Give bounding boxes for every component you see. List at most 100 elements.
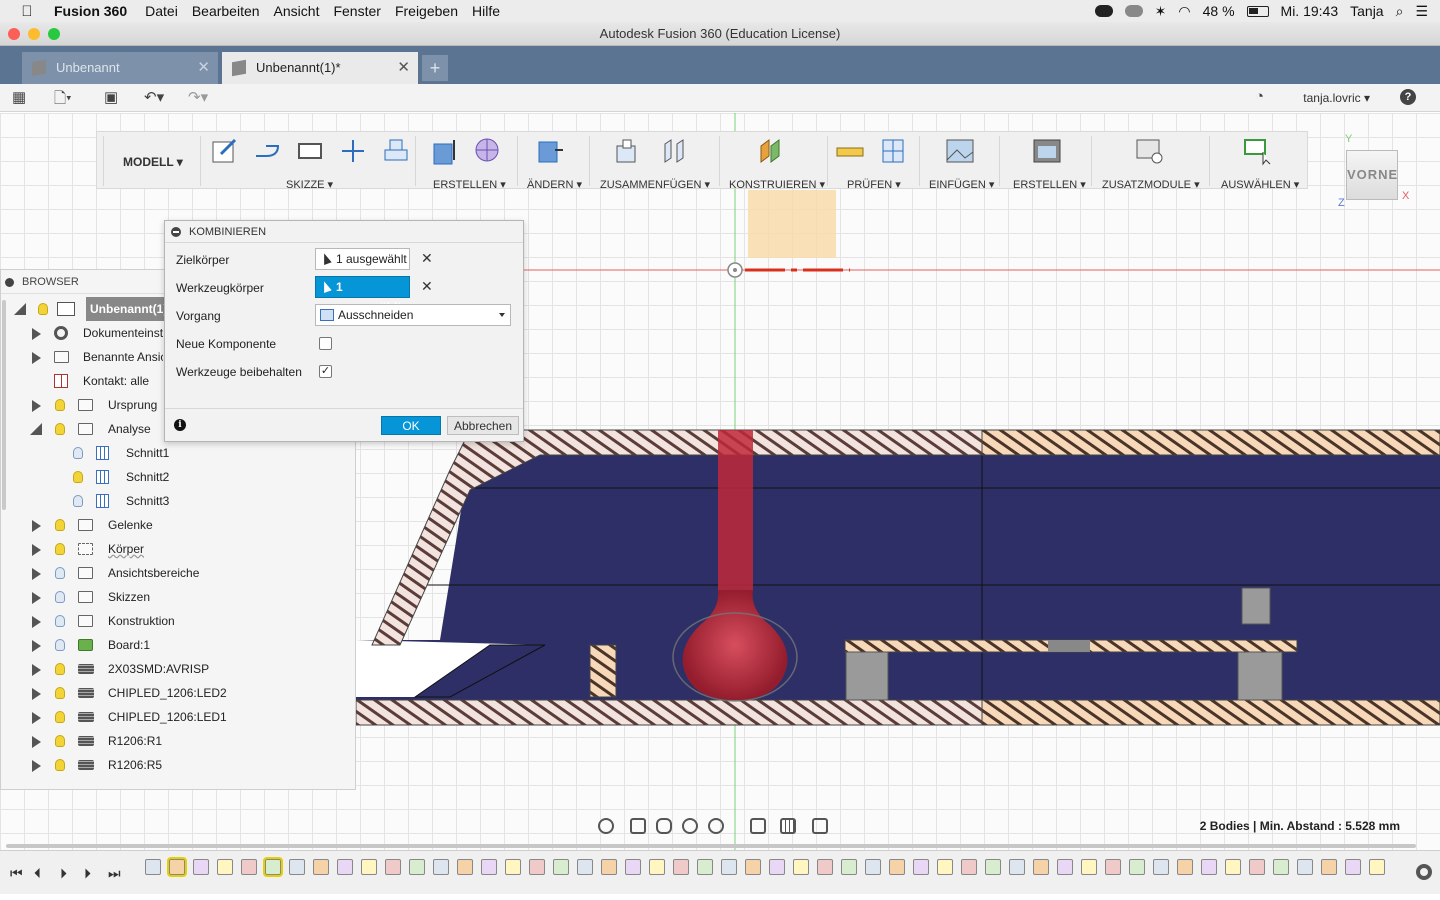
timeline-feature[interactable] xyxy=(1297,859,1313,875)
line-icon[interactable] xyxy=(252,136,282,166)
timeline-feature[interactable] xyxy=(385,859,401,875)
redo-icon[interactable]: ↷▾ xyxy=(188,88,208,108)
clock[interactable]: Mi. 19:43 xyxy=(1281,3,1339,19)
expand-triangle-icon[interactable] xyxy=(32,760,41,772)
zoom-icon[interactable] xyxy=(682,818,698,834)
ok-button[interactable]: OK xyxy=(381,416,441,435)
timeline-feature[interactable] xyxy=(145,859,161,875)
timeline-feature[interactable] xyxy=(745,859,761,875)
ribbon-group-auswaehlen[interactable]: AUSWÄHLEN ▾ xyxy=(1221,178,1299,191)
tab-unbenannt[interactable]: Unbenannt ✕ xyxy=(22,52,218,84)
orbit-icon[interactable] xyxy=(598,818,614,834)
visibility-bulb-icon[interactable] xyxy=(73,471,83,483)
timeline-feature[interactable] xyxy=(1201,859,1217,875)
timeline-track[interactable] xyxy=(145,857,1395,877)
keep-tools-checkbox[interactable]: ✓ xyxy=(319,365,332,378)
timeline-feature[interactable] xyxy=(1249,859,1265,875)
timeline-feature[interactable] xyxy=(793,859,809,875)
visibility-bulb-icon[interactable] xyxy=(73,447,83,459)
visibility-bulb-icon[interactable] xyxy=(55,615,65,627)
expand-triangle-icon[interactable] xyxy=(32,568,41,580)
point-icon[interactable] xyxy=(338,136,368,166)
menu-bearbeiten[interactable]: Bearbeiten xyxy=(192,3,260,19)
view-cube[interactable]: VORNE xyxy=(1346,150,1398,200)
form-icon[interactable] xyxy=(473,136,503,166)
select-icon[interactable] xyxy=(1243,136,1273,166)
timeline-feature[interactable] xyxy=(217,859,233,875)
expand-triangle-icon[interactable] xyxy=(32,712,41,724)
file-menu-icon[interactable]: 🗋▾ xyxy=(54,88,72,108)
battery-icon[interactable] xyxy=(1246,5,1269,17)
scripts-addins-icon[interactable] xyxy=(1135,136,1165,166)
timeline-feature[interactable] xyxy=(1273,859,1289,875)
visibility-bulb-icon[interactable] xyxy=(55,399,65,411)
insert-image-icon[interactable] xyxy=(945,136,975,166)
help-icon[interactable]: ? xyxy=(1400,89,1416,105)
timeline-feature[interactable] xyxy=(913,859,929,875)
expand-triangle-icon[interactable] xyxy=(32,520,41,532)
timeline-feature[interactable] xyxy=(601,859,617,875)
clear-tool-icon[interactable]: ✕ xyxy=(421,278,433,295)
extrude-icon[interactable] xyxy=(430,136,460,166)
timeline-feature[interactable] xyxy=(505,859,521,875)
timeline-feature[interactable] xyxy=(697,859,713,875)
timeline-feature[interactable] xyxy=(961,859,977,875)
fit-icon[interactable] xyxy=(708,818,724,834)
target-body-selector[interactable]: 1 ausgewählt xyxy=(315,248,410,270)
timeline-last-icon[interactable]: ⏭ xyxy=(108,865,121,882)
joint-icon[interactable] xyxy=(659,136,689,166)
timeline-feature[interactable] xyxy=(313,859,329,875)
timeline-feature[interactable] xyxy=(865,859,881,875)
visibility-bulb-icon[interactable] xyxy=(73,495,83,507)
timeline-feature[interactable] xyxy=(337,859,353,875)
new-tab-button[interactable]: + xyxy=(422,55,448,81)
expand-triangle-icon[interactable] xyxy=(32,616,41,628)
timeline-feature[interactable] xyxy=(1345,859,1361,875)
wifi-icon[interactable]: ◠ xyxy=(1178,3,1190,20)
menu-ansicht[interactable]: Ansicht xyxy=(274,3,320,19)
operation-dropdown[interactable]: Ausschneiden xyxy=(315,304,511,326)
minimize-window-button[interactable] xyxy=(28,28,40,40)
workspace-switcher[interactable]: MODELL ▾ xyxy=(123,155,183,169)
info-icon[interactable]: i xyxy=(174,419,186,431)
rectangle-icon[interactable] xyxy=(295,136,325,166)
timeline-feature[interactable] xyxy=(1225,859,1241,875)
apple-icon[interactable]:  xyxy=(0,3,54,20)
timeline-feature[interactable] xyxy=(1009,859,1025,875)
ribbon-group-pruefen[interactable]: PRÜFEN ▾ xyxy=(847,178,901,191)
timeline-next-icon[interactable]: ⏵ xyxy=(84,865,91,882)
expand-triangle-icon[interactable] xyxy=(32,352,41,364)
notification-center-icon[interactable]: ☰ xyxy=(1415,3,1428,20)
timeline-feature[interactable] xyxy=(241,859,257,875)
spotlight-icon[interactable]: ⌕ xyxy=(1396,3,1404,20)
timeline-feature[interactable] xyxy=(673,859,689,875)
expand-triangle-icon[interactable] xyxy=(32,688,41,700)
timeline-feature[interactable] xyxy=(1369,859,1385,875)
create-sketch-icon[interactable] xyxy=(209,136,239,166)
pan-hand-icon[interactable] xyxy=(656,818,672,834)
close-window-button[interactable] xyxy=(8,28,20,40)
ribbon-group-konstruieren[interactable]: KONSTRUIEREN ▾ xyxy=(729,178,825,191)
ribbon-group-skizze[interactable]: SKIZZE ▾ xyxy=(286,178,333,191)
render-icon[interactable] xyxy=(1032,136,1062,166)
expand-triangle-icon[interactable] xyxy=(32,736,41,748)
menu-hilfe[interactable]: Hilfe xyxy=(472,3,500,19)
visibility-bulb-icon[interactable] xyxy=(55,639,65,651)
cancel-button[interactable]: Abbrechen xyxy=(447,416,519,435)
ribbon-group-zusatzmodule[interactable]: ZUSATZMODULE ▾ xyxy=(1102,178,1200,191)
project-icon[interactable] xyxy=(381,136,411,166)
dialog-header[interactable]: KOMBINIEREN xyxy=(165,221,523,243)
look-at-icon[interactable] xyxy=(630,818,646,834)
timeline-feature[interactable] xyxy=(937,859,953,875)
ribbon-group-einfuegen[interactable]: EINFÜGEN ▾ xyxy=(929,178,994,191)
visibility-bulb-icon[interactable] xyxy=(38,303,48,315)
tool-body-selector[interactable]: 1 ausgewählt xyxy=(315,276,410,314)
timeline-feature[interactable] xyxy=(985,859,1001,875)
expand-triangle-icon[interactable] xyxy=(32,640,41,652)
timeline-feature[interactable] xyxy=(769,859,785,875)
timeline-feature[interactable] xyxy=(433,859,449,875)
canvas-scrollbar[interactable] xyxy=(6,844,1416,848)
job-status-icon[interactable]: ◔ xyxy=(1255,88,1264,108)
timeline-feature[interactable] xyxy=(1033,859,1049,875)
visibility-bulb-icon[interactable] xyxy=(55,543,65,555)
